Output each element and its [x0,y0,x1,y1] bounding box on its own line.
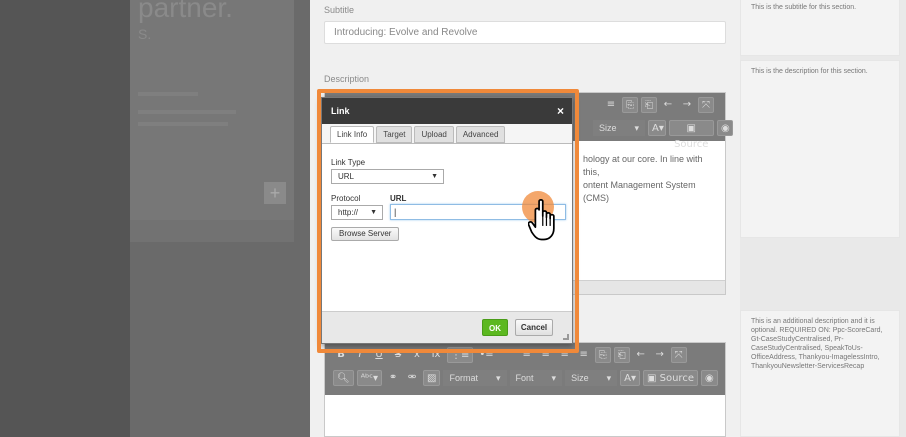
preview-button-strip [130,220,294,242]
link-icon[interactable]: ⚭ [385,370,401,386]
additional-description-help: This is an additional description and it… [740,310,900,437]
size-combo[interactable]: Size ▾ [565,370,618,386]
preview-heading: partner. [138,0,233,23]
undo-icon[interactable]: ← [660,97,676,113]
preview-line [138,122,228,126]
unlink-icon[interactable]: ⚮ [404,370,420,386]
toolbar-row-2: Size ▾ A▾ ▣ Source ◉ [585,120,734,150]
preview-line [138,110,236,114]
size-combo[interactable]: Size ▾ [593,120,646,136]
undo-icon[interactable]: ← [633,347,649,363]
subtitle-input[interactable]: Introducing: Evolve and Revolve [324,21,726,44]
subtitle-label: Subtitle [324,5,355,15]
text-color-button[interactable]: A▾ [620,370,640,386]
source-button[interactable]: ▣ Source [668,120,715,150]
additional-description-editor[interactable]: B I U S x Ix ⋮≡ •≡ ❞ ≡ ≡ ≡ ≡ ⎘ ⎗ ← → ⤧ 🔍… [324,342,726,437]
maximize-icon[interactable]: ⤧ [670,347,687,363]
hand-cursor-icon [528,199,555,241]
preview-line [138,92,198,96]
redo-icon[interactable]: → [652,347,668,363]
preview-icon[interactable]: ◉ [717,120,734,136]
text-color-button[interactable]: A▾ [648,120,666,136]
paste-icon[interactable]: ⎘ [622,97,638,113]
help-text: This is the description for this section… [751,68,868,75]
preview-subheading: S. [138,26,152,42]
help-text: This is the subtitle for this section. [751,4,857,11]
toolbar-row-2: 🔍︎ ᴬᵇᶜ▾ ⚭ ⚮ ▨ Format ▾ Font ▾ Size ▾ A▾ ▣ S… [325,370,718,386]
align-icon[interactable]: ≡ [603,97,619,113]
description-label: Description [324,74,370,84]
maximize-icon[interactable]: ⤧ [698,97,714,113]
redo-icon[interactable]: → [679,97,695,113]
format-combo[interactable]: Format ▾ [443,370,507,386]
preview-card: partner. S. [130,0,294,242]
add-icon[interactable]: + [264,182,286,204]
left-background [0,0,130,437]
source-button[interactable]: ▣ Source [642,370,698,386]
font-combo[interactable]: Font ▾ [509,370,563,386]
image-icon[interactable]: ▨ [423,370,441,386]
paste-text-icon[interactable]: ⎗ [613,347,630,363]
subtitle-help: This is the subtitle for this section. [740,0,900,56]
help-text: This is an additional description and it… [751,318,883,370]
preview-icon[interactable]: ◉ [700,370,718,386]
find-icon[interactable]: 🔍︎ [333,370,354,386]
toolbar-row-1: ≡ ⎘ ⎗ ← → ⤧ [595,97,714,113]
description-help: This is the description for this section… [740,60,900,238]
paste-icon[interactable]: ⎘ [594,347,611,363]
spellcheck-icon[interactable]: ᴬᵇᶜ▾ [356,370,383,386]
paste-text-icon[interactable]: ⎗ [641,97,657,113]
